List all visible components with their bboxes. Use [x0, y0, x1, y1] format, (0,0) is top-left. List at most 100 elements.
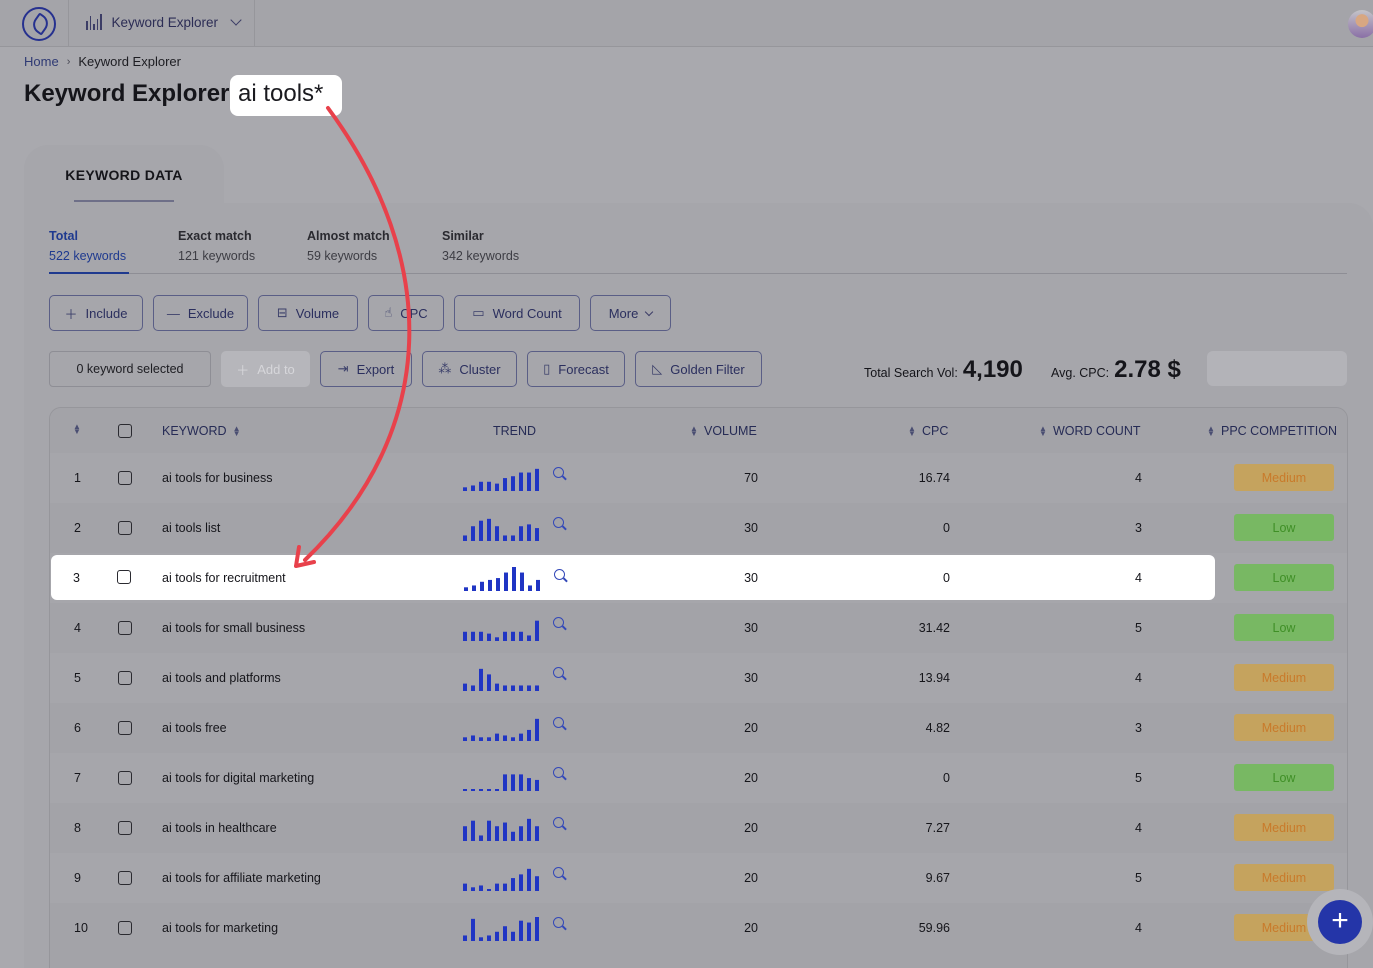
- cpc-button[interactable]: ☝ CPC: [368, 295, 444, 331]
- breadcrumb-current: Keyword Explorer: [78, 54, 181, 69]
- header-ppc-competition[interactable]: ▲ ▼ PPC COMPETITION: [1207, 424, 1337, 438]
- row-keyword[interactable]: ai tools for business: [162, 471, 272, 485]
- feather-pen-logo[interactable]: [22, 7, 56, 41]
- table-row[interactable]: [50, 953, 1347, 968]
- app-switcher[interactable]: Keyword Explorer: [86, 13, 242, 30]
- row-checkbox[interactable]: [118, 521, 132, 535]
- zoom-icon[interactable]: [553, 517, 564, 528]
- tab-similar[interactable]: Similar 342 keywords: [442, 229, 519, 263]
- ppc-competition-badge: Medium: [1234, 464, 1334, 491]
- more-filters-button[interactable]: More: [590, 295, 671, 331]
- row-checkbox[interactable]: [118, 471, 132, 485]
- highlighted-row[interactable]: 3 ai tools for recruitment 30 0 4: [51, 555, 1215, 600]
- breadcrumb-home-link[interactable]: Home: [24, 54, 59, 69]
- volume-button[interactable]: ⊟ Volume: [258, 295, 358, 331]
- trend-bar: [471, 820, 475, 841]
- trend-bar: [479, 668, 483, 691]
- row-checkbox[interactable]: [118, 621, 132, 635]
- export-button[interactable]: ⇥ Export: [320, 351, 412, 387]
- row-keyword[interactable]: ai tools for affiliate marketing: [162, 871, 321, 885]
- zoom-icon[interactable]: [553, 817, 564, 828]
- ppc-competition-badge: Low: [1234, 614, 1334, 641]
- sort-icon: ▲ ▼: [1207, 424, 1215, 438]
- selected-count: 0 keyword selected: [49, 351, 211, 387]
- table-row[interactable]: 5 ai tools and platforms 30 13.94 4 Medium: [50, 653, 1347, 703]
- add-to-button[interactable]: ＋ Add to: [221, 351, 310, 387]
- zoom-icon[interactable]: [553, 767, 564, 778]
- add-fab-button[interactable]: +: [1318, 900, 1362, 944]
- row-volume: 20: [744, 721, 758, 735]
- trend-bar: [487, 674, 491, 691]
- trend-bar: [519, 874, 523, 891]
- include-button[interactable]: ＋ Include: [49, 295, 143, 331]
- ppc-competition-badge: Low: [1234, 514, 1334, 541]
- tab-exact-match[interactable]: Exact match 121 keywords: [178, 229, 255, 263]
- tab-almost-match[interactable]: Almost match 59 keywords: [307, 229, 390, 263]
- row-keyword[interactable]: ai tools and platforms: [162, 671, 281, 685]
- row-word-count: 4: [1135, 921, 1142, 935]
- row-keyword[interactable]: ai tools for digital marketing: [162, 771, 314, 785]
- row-keyword[interactable]: ai tools free: [162, 721, 227, 735]
- zoom-icon[interactable]: [553, 617, 564, 628]
- header-volume[interactable]: ▲ ▼ VOLUME: [690, 424, 757, 438]
- row-checkbox[interactable]: [118, 671, 132, 685]
- table-row[interactable]: 1 ai tools for business 70 16.74 4 Medium: [50, 453, 1347, 503]
- cluster-button[interactable]: ⁂ Cluster: [422, 351, 517, 387]
- zoom-icon[interactable]: [553, 867, 564, 878]
- row-checkbox[interactable]: [117, 570, 131, 584]
- trend-bar: [495, 883, 499, 891]
- table-row[interactable]: 10 ai tools for marketing 20 59.96 4 Medium: [50, 903, 1347, 953]
- tab-total[interactable]: Total 522 keywords: [49, 229, 130, 274]
- row-volume: 20: [744, 921, 758, 935]
- word-count-button[interactable]: ▭ Word Count: [454, 295, 580, 331]
- trend-bar: [463, 683, 467, 691]
- row-checkbox[interactable]: [118, 821, 132, 835]
- ppc-competition-badge: Medium: [1234, 814, 1334, 841]
- forecast-button[interactable]: ▯ Forecast: [527, 351, 625, 387]
- row-keyword[interactable]: ai tools in healthcare: [162, 821, 277, 835]
- trend-bar: [495, 483, 499, 491]
- zoom-icon[interactable]: [553, 717, 564, 728]
- row-keyword[interactable]: ai tools for recruitment: [162, 571, 286, 585]
- table-row[interactable]: 6 ai tools free 20 4.82 3 Medium: [50, 703, 1347, 753]
- export-icon: ⇥: [337, 361, 349, 376]
- row-keyword[interactable]: ai tools for small business: [162, 621, 305, 635]
- row-checkbox[interactable]: [118, 871, 132, 885]
- sort-index-icon[interactable]: ▲ ▼: [73, 423, 81, 436]
- table-row[interactable]: 2 ai tools list 30 0 3 Low: [50, 503, 1347, 553]
- row-checkbox[interactable]: [118, 771, 132, 785]
- table-row[interactable]: 9 ai tools for affiliate marketing 20 9.67 5…: [50, 853, 1347, 903]
- header-cpc-label: CPC: [922, 424, 949, 438]
- query-chip[interactable]: ai tools*: [230, 75, 342, 116]
- panel-tab-underline: [74, 200, 174, 202]
- header-cpc[interactable]: ▲ ▼ CPC: [908, 424, 948, 438]
- user-avatar[interactable]: [1348, 10, 1373, 38]
- row-cpc: 16.74: [918, 471, 950, 485]
- trend-bar: [503, 774, 507, 791]
- cluster-label: Cluster: [459, 361, 501, 377]
- header-word-count[interactable]: ▲ ▼ WORD COUNT: [1039, 424, 1141, 438]
- row-word-count: 4: [1135, 821, 1142, 835]
- row-keyword[interactable]: ai tools list: [162, 521, 220, 535]
- table-row[interactable]: 8 ai tools in healthcare 20 7.27 4 Medium: [50, 803, 1347, 853]
- row-checkbox[interactable]: [118, 921, 132, 935]
- zoom-icon[interactable]: [553, 467, 564, 478]
- select-all-checkbox[interactable]: [118, 424, 132, 438]
- forecast-label: Forecast: [558, 361, 609, 377]
- zoom-icon[interactable]: [554, 569, 565, 580]
- panel-tab-keyword-data[interactable]: KEYWORD DATA: [24, 145, 224, 215]
- trend-bar: [535, 468, 539, 491]
- zoom-icon[interactable]: [553, 917, 564, 928]
- row-checkbox[interactable]: [118, 721, 132, 735]
- row-word-count: 4: [1135, 571, 1142, 585]
- trend-bar: [527, 818, 531, 841]
- golden-filter-button[interactable]: ◺ Golden Filter: [635, 351, 762, 387]
- header-keyword[interactable]: KEYWORD ▲ ▼: [162, 424, 241, 438]
- row-keyword[interactable]: ai tools for marketing: [162, 921, 278, 935]
- table-row[interactable]: 7 ai tools for digital marketing 20 0 5 Low: [50, 753, 1347, 803]
- table-row[interactable]: 4 ai tools for small business 30 31.42 5 Low: [50, 603, 1347, 653]
- exclude-button[interactable]: — Exclude: [153, 295, 248, 331]
- trend-bar: [479, 631, 483, 641]
- row-index: 3: [73, 571, 80, 585]
- zoom-icon[interactable]: [553, 667, 564, 678]
